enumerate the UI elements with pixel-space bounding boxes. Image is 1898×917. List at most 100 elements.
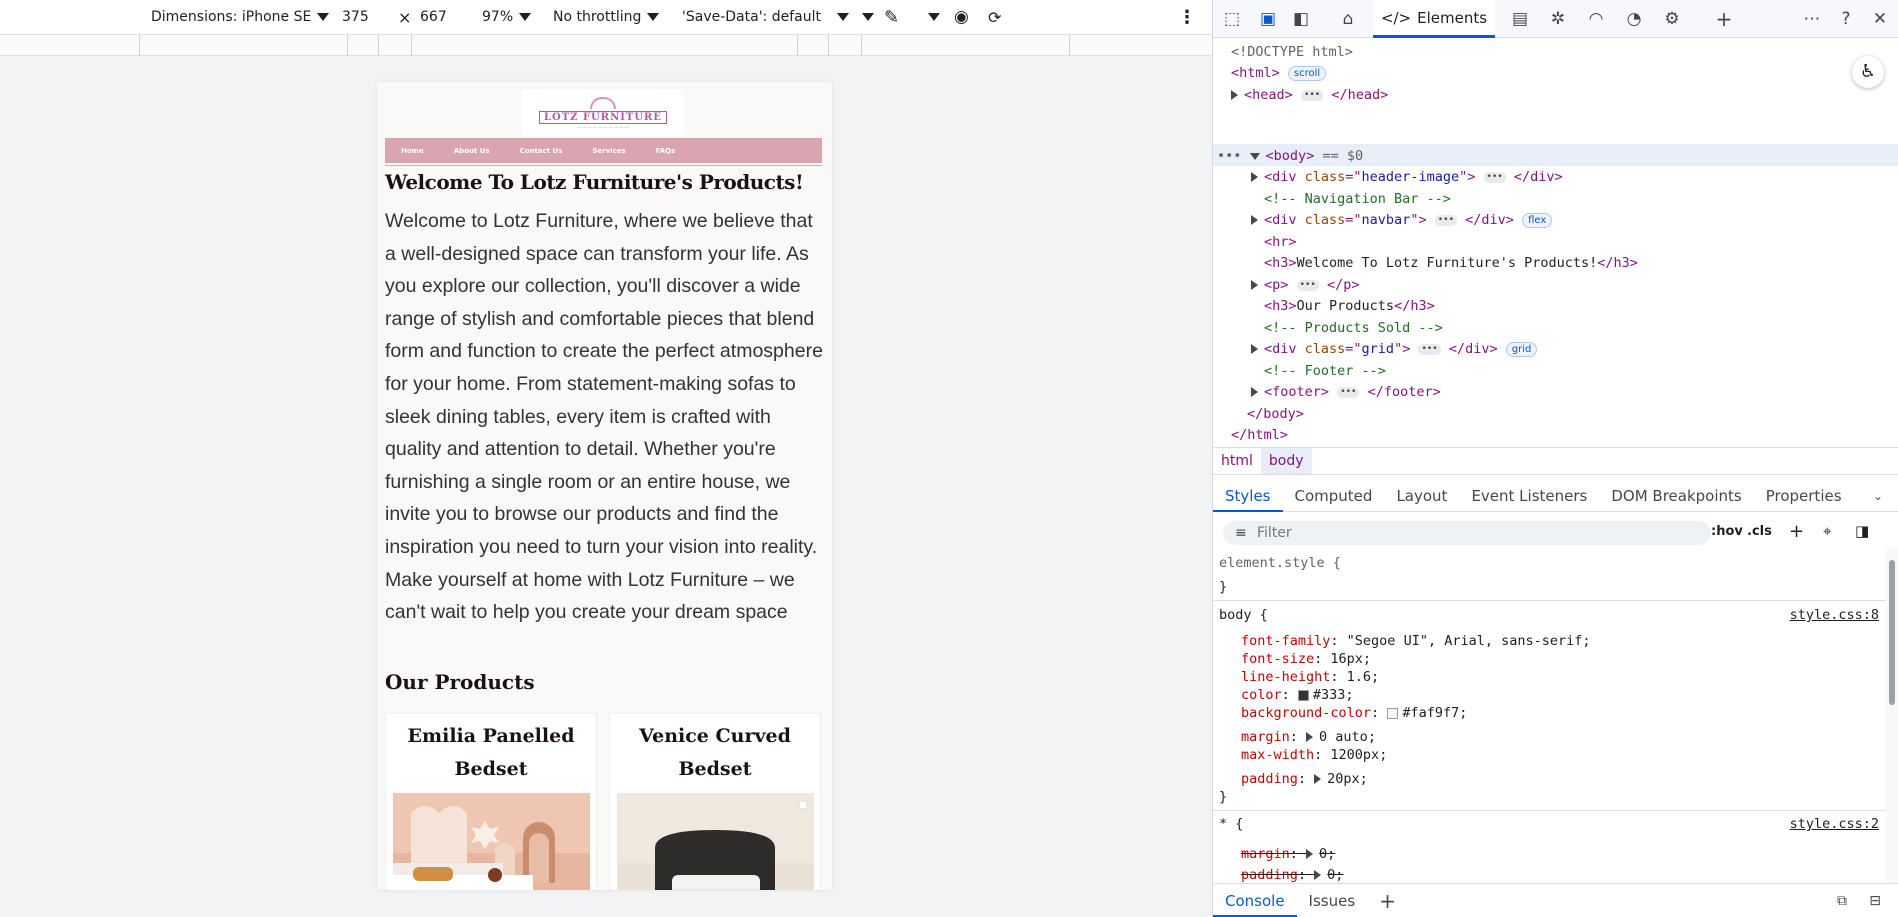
more-dropdown[interactable] [862,0,874,34]
new-rule-icon[interactable]: + [1789,521,1804,542]
tab-issues[interactable]: Issues [1297,885,1368,917]
close-drawer-icon[interactable]: ⊟ [1857,885,1893,917]
tab-console[interactable]: Console [1213,885,1297,917]
dock-drawer-icon[interactable]: ⧉ [1825,885,1859,917]
nav-services[interactable]: Services [592,147,625,155]
home-icon[interactable]: ⌂ [1337,8,1359,30]
prop-padding[interactable]: padding: 20px; [1241,770,1368,788]
eye-icon[interactable]: ◉ [954,0,969,34]
chevron-down-icon[interactable]: ⌄ [1861,480,1895,512]
dom-h3-products[interactable]: <h3>Our Products</h3> [1264,296,1435,316]
save-data-value: 'Save-Data': default [682,9,821,25]
options-dropdown[interactable] [928,0,940,34]
scroll-badge[interactable]: scroll [1287,65,1327,81]
products-heading: Our Products [385,670,535,694]
breadcrumb-html[interactable]: html [1213,448,1261,474]
prop-background-color[interactable]: background-color: #faf9f7; [1241,704,1467,722]
dom-h3-welcome[interactable]: <h3>Welcome To Lotz Furniture's Products… [1264,253,1638,273]
prop-color[interactable]: color: #333; [1241,686,1354,704]
add-drawer-tab-icon[interactable]: + [1367,885,1408,917]
paint-icon[interactable]: ⌖ [1823,522,1831,540]
width-input[interactable]: 375 [342,0,369,34]
nav-home[interactable]: Home [401,147,424,155]
nav-faqs[interactable]: FAQs [656,147,676,155]
height-input[interactable]: 667 [420,0,447,34]
dom-hr[interactable]: <hr> [1264,232,1297,252]
device-emulation-area: Dimensions: iPhone SE 375 × 667 97% No t… [0,0,1212,917]
prop-font-family[interactable]: font-family: "Segoe UI", Arial, sans-ser… [1241,632,1591,650]
dom-footer[interactable]: <footer> ••• </footer> [1251,382,1441,402]
dom-html-close[interactable]: </html> [1231,425,1288,445]
dom-head[interactable]: <head> ••• </head> [1231,85,1388,105]
dom-comment-footer[interactable]: <!-- Footer --> [1264,361,1386,381]
dom-div-navbar[interactable]: <div class="navbar"> ••• </div> flex [1251,210,1553,230]
grid-badge[interactable]: grid [1505,341,1538,357]
color-swatch[interactable] [1297,689,1309,701]
swap-dimensions-button[interactable]: × [398,0,411,34]
rotate-icon[interactable]: ⟳ [988,0,1001,34]
prop-margin-overridden[interactable]: margin: 0; [1241,845,1335,863]
dom-comment-nav[interactable]: <!-- Navigation Bar --> [1264,189,1451,209]
help-icon[interactable]: ? [1835,8,1857,30]
sidebar-toggle-icon[interactable]: ◨ [1855,522,1869,540]
bug-icon[interactable]: ✲ [1547,8,1569,30]
product-card[interactable]: Venice Curved Bedset [609,713,821,890]
dom-div-header[interactable]: <div class="header-image"> ••• </div> [1251,167,1563,187]
dock-side-icon[interactable]: ◧ [1290,8,1312,30]
gear-icon[interactable]: ⚙ [1661,8,1683,30]
color-swatch[interactable] [1387,707,1399,719]
body-selector[interactable]: body { [1219,606,1268,624]
dom-html[interactable]: <html> scroll [1231,63,1327,83]
device-toolbar-icon[interactable]: ▣ [1257,8,1279,30]
console-icon[interactable]: ▤ [1509,8,1531,30]
hov-toggle[interactable]: :hov [1711,524,1743,539]
performance-icon[interactable]: ◔ [1623,8,1645,30]
prop-max-width[interactable]: max-width: 1200px; [1241,746,1387,764]
tab-event-listeners[interactable]: Event Listeners [1459,480,1599,512]
prop-font-size[interactable]: font-size: 16px; [1241,650,1371,668]
styles-scrollbar[interactable] [1886,548,1898,883]
expand-arrow-icon [1251,387,1258,397]
nav-contact-us[interactable]: Contact Us [520,147,563,155]
element-style-selector[interactable]: element.style { [1219,554,1341,572]
star-source-link[interactable]: style.css:2 [1790,815,1879,833]
tab-layout[interactable]: Layout [1384,480,1459,512]
dom-body-close[interactable]: </body> [1247,404,1304,424]
tab-styles[interactable]: Styles [1213,480,1283,512]
filter-input[interactable] [1223,521,1711,545]
flex-badge[interactable]: flex [1522,212,1553,228]
prop-line-height[interactable]: line-height: 1.6; [1241,668,1379,686]
media-query-ruler[interactable] [0,34,1212,56]
dom-comment-products[interactable]: <!-- Products Sold --> [1264,318,1443,338]
dom-p[interactable]: <p> ••• </p> [1251,275,1360,295]
more-options-icon[interactable]: ⋮ [1178,0,1196,34]
wifi-icon[interactable]: ◠ [1585,8,1607,30]
body-source-link[interactable]: style.css:8 [1790,606,1879,624]
cls-toggle[interactable]: .cls [1747,524,1772,539]
throttling-dropdown[interactable]: No throttling [553,0,660,34]
save-data-dropdown[interactable]: 'Save-Data': default [682,0,849,34]
device-dimensions-dropdown[interactable]: Dimensions: iPhone SE [151,0,330,34]
prop-padding-overridden[interactable]: padding: 0; [1241,866,1343,883]
tab-computed[interactable]: Computed [1283,480,1385,512]
breadcrumb-body[interactable]: body [1260,448,1312,474]
tab-elements[interactable]: </> Elements [1373,0,1495,38]
product-card[interactable]: Emilia Panelled Bedset [385,713,597,890]
more-icon[interactable]: ⋯ [1801,8,1823,30]
star-selector[interactable]: * { [1219,815,1243,833]
close-icon[interactable]: ✕ [1869,8,1891,30]
tab-properties[interactable]: Properties [1754,480,1854,512]
prop-margin[interactable]: margin: 0 auto; [1241,728,1376,746]
dom-body[interactable]: ••• <body> == $0 [1217,146,1363,166]
zoom-dropdown[interactable]: 97% [482,0,532,34]
expand-arrow-icon [1314,774,1322,784]
product-image-bed [617,793,814,890]
nav-about-us[interactable]: About Us [454,147,490,155]
inspect-element-icon[interactable]: ⬚ [1221,8,1243,30]
dom-div-grid[interactable]: <div class="grid"> ••• </div> grid [1251,339,1538,359]
add-tab-icon[interactable]: + [1713,8,1735,30]
eyedropper-icon[interactable]: ✎ [884,0,899,34]
accessibility-icon[interactable]: ♿ [1852,56,1884,88]
divider [385,165,822,166]
tab-dom-breakpoints[interactable]: DOM Breakpoints [1599,480,1753,512]
